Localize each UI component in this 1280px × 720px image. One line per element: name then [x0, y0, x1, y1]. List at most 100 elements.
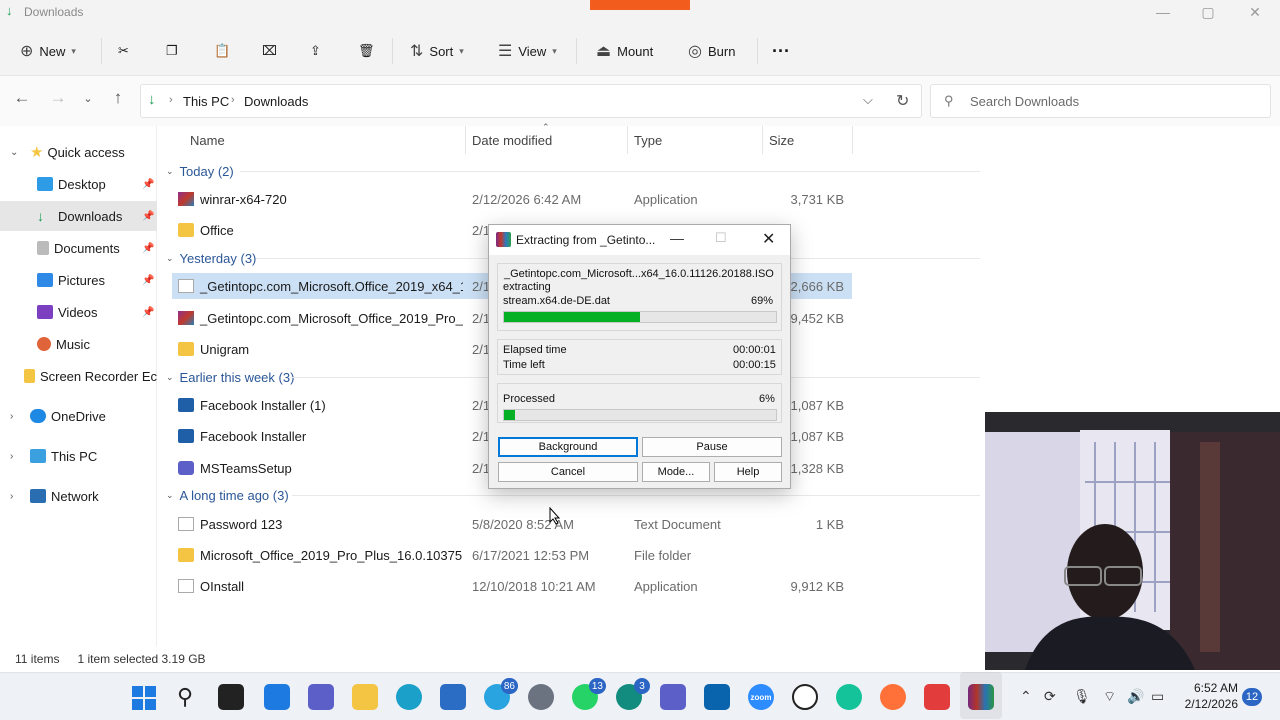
selection-info: 1 item selected 3.19 GB — [77, 652, 206, 666]
file-date: 12/10/2018 10:21 AM — [472, 578, 596, 594]
back-arrow-icon[interactable]: ← — [10, 88, 34, 112]
pin-icon: 📌 — [142, 210, 155, 222]
battery-icon[interactable]: ▭ — [1151, 688, 1164, 705]
edge-icon[interactable] — [396, 684, 422, 710]
notification-count-badge[interactable]: 12 — [1242, 688, 1262, 706]
search-icon[interactable]: ⚲ — [177, 684, 193, 710]
group-label: Earlier this week (3) — [179, 369, 295, 385]
nav-quick-access[interactable]: ⌄ ★ Quick access — [0, 137, 157, 167]
sort-button[interactable]: ⇅ Sort ▾ — [410, 40, 464, 62]
breadcrumb-this-pc[interactable]: This PC — [183, 94, 229, 109]
extract-dialog: Extracting from _Getinto... — ☐ ✕ _Getin… — [488, 224, 791, 489]
clock-time[interactable]: 6:52 AM — [1192, 681, 1238, 695]
burn-button[interactable]: ◎ Burn — [688, 40, 735, 62]
whatsapp-icon[interactable]: 13 — [572, 678, 606, 710]
column-header-date[interactable]: Date modified — [472, 128, 552, 152]
microphone-icon[interactable]: 🎙 — [1073, 688, 1091, 705]
pause-button[interactable]: Pause — [642, 437, 782, 457]
file-row[interactable]: winrar-x64-720 2/12/2026 6:42 AM Applica… — [172, 185, 852, 213]
column-header-name[interactable]: Name — [190, 128, 225, 152]
file-explorer-icon[interactable] — [352, 684, 378, 710]
nav-item-screen-recorder[interactable]: Screen Recorder Ec — [0, 361, 157, 391]
nav-item-downloads[interactable]: ↓ Downloads 📌 — [0, 201, 157, 231]
screen-recorder-icon[interactable] — [924, 684, 950, 710]
firefox-icon[interactable] — [880, 684, 906, 710]
nav-item-pictures[interactable]: Pictures 📌 — [0, 265, 157, 295]
nav-network[interactable]: › Network — [0, 481, 157, 511]
outlook-icon[interactable] — [704, 684, 730, 710]
chevron-right-icon: › — [10, 410, 14, 422]
wifi-icon[interactable]: ⌔ — [1103, 688, 1116, 706]
close-button[interactable]: ✕ — [1240, 4, 1270, 22]
chevron-down-icon[interactable]: ⌵ — [863, 92, 873, 108]
delete-icon[interactable]: 🗑 — [358, 40, 375, 62]
divider — [101, 38, 102, 64]
address-bar[interactable]: ↓ › This PC › Downloads ⌵ ↻ — [140, 84, 922, 118]
chat-icon[interactable] — [308, 684, 334, 710]
maximize-button[interactable]: ☐ — [715, 230, 727, 246]
whatsapp-business-icon[interactable]: 3 — [616, 678, 650, 710]
column-header-size[interactable]: Size — [769, 128, 794, 152]
nav-item-music[interactable]: Music — [0, 329, 157, 359]
network-icon — [30, 489, 46, 503]
telegram-icon[interactable]: 86 — [484, 678, 518, 710]
help-button[interactable]: Help — [714, 462, 782, 482]
command-bar: ⊕ New ▾ ✂ ❐ 📋 ⌧ ⇪ 🗑 ⇅ Sort ▾ ☰ View ▾ ⏏ … — [0, 26, 1280, 76]
sync-icon[interactable]: ⟳ — [1044, 688, 1056, 705]
chevron-down-icon: ▾ — [459, 45, 464, 56]
refresh-icon[interactable]: ↻ — [896, 91, 909, 111]
nav-this-pc[interactable]: › This PC — [0, 441, 157, 471]
minimize-button[interactable]: — — [1148, 4, 1178, 22]
start-icon[interactable] — [132, 686, 156, 710]
copy-icon[interactable]: ❐ — [166, 40, 178, 62]
file-row[interactable]: Password 123 5/8/2020 8:52 AM Text Docum… — [172, 510, 852, 538]
nav-item-desktop[interactable]: Desktop 📌 — [0, 169, 157, 199]
minimize-button[interactable]: — — [670, 230, 684, 246]
breadcrumb-downloads[interactable]: Downloads — [244, 94, 308, 109]
nav-item-documents[interactable]: Documents 📌 — [0, 233, 157, 263]
view-button[interactable]: ☰ View ▾ — [498, 40, 557, 62]
close-button[interactable]: ✕ — [762, 229, 775, 249]
file-name: Facebook Installer (1) — [200, 397, 326, 413]
file-row[interactable]: OInstall 12/10/2018 10:21 AM Application… — [172, 572, 852, 600]
maximize-button[interactable]: ▢ — [1193, 4, 1223, 22]
share-icon[interactable]: ⇪ — [310, 40, 321, 62]
mount-button[interactable]: ⏏ Mount — [596, 40, 653, 62]
search-box[interactable]: ⚲ Search Downloads — [930, 84, 1271, 118]
grammarly-icon[interactable] — [836, 684, 862, 710]
group-header[interactable]: ⌄ A long time ago (3) — [166, 484, 289, 506]
task-view-icon[interactable] — [218, 684, 244, 710]
file-name: Unigram — [200, 341, 250, 357]
rename-icon[interactable]: ⌧ — [262, 40, 277, 62]
nav-item-videos[interactable]: Videos 📌 — [0, 297, 157, 327]
group-header[interactable]: ⌄ Today (2) — [166, 160, 234, 182]
nav-onedrive[interactable]: › OneDrive — [0, 401, 157, 431]
up-arrow-icon[interactable]: ↑ — [106, 88, 130, 112]
forward-arrow-icon[interactable]: → — [46, 88, 70, 112]
group-header[interactable]: ⌄ Earlier this week (3) — [166, 366, 294, 388]
background-button[interactable]: Background — [498, 437, 638, 457]
clock-date[interactable]: 2/12/2026 — [1180, 697, 1238, 711]
notification-badge: 3 — [634, 678, 650, 694]
group-header[interactable]: ⌄ Yesterday (3) — [166, 247, 256, 269]
paste-icon[interactable]: 📋 — [214, 40, 230, 62]
chatgpt-icon[interactable] — [792, 684, 818, 710]
recent-locations-icon[interactable]: ⌄ — [76, 92, 100, 116]
mouse-cursor-icon — [549, 507, 561, 525]
volume-icon[interactable]: 🔊 — [1127, 688, 1144, 705]
widgets-icon[interactable] — [264, 684, 290, 710]
store-icon[interactable] — [440, 684, 466, 710]
cancel-button[interactable]: Cancel — [498, 462, 638, 482]
teams-icon[interactable] — [660, 684, 686, 710]
chevron-right-icon: › — [231, 94, 235, 106]
cut-icon[interactable]: ✂ — [118, 40, 129, 62]
more-options-button[interactable]: ··· — [772, 40, 790, 62]
new-label: New — [39, 43, 66, 59]
column-header-type[interactable]: Type — [634, 128, 662, 152]
chevron-up-icon[interactable]: ⌃ — [1020, 688, 1032, 705]
settings-icon[interactable] — [528, 684, 554, 710]
new-button[interactable]: ⊕ New ▾ — [20, 40, 76, 62]
zoom-icon[interactable]: zoom — [748, 684, 774, 710]
file-row[interactable]: Microsoft_Office_2019_Pro_Plus_16.0.1037… — [172, 541, 852, 569]
mode-button[interactable]: Mode... — [642, 462, 710, 482]
